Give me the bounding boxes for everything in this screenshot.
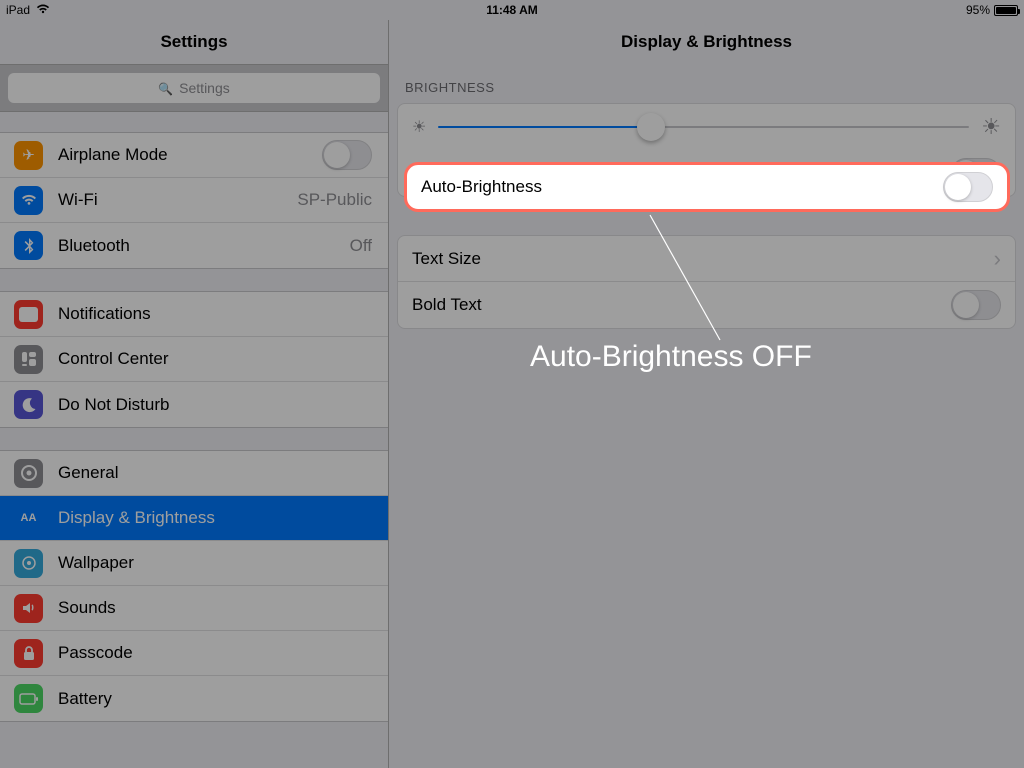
sidebar-item-control-center[interactable]: Control Center — [0, 337, 388, 382]
speaker-icon — [14, 594, 43, 623]
sidebar-item-display[interactable]: AA Display & Brightness — [0, 496, 388, 541]
auto-brightness-toggle-hl[interactable] — [943, 172, 993, 202]
brightness-section-header: BRIGHTNESS — [389, 64, 1024, 103]
sidebar-item-label: Battery — [58, 689, 372, 709]
bold-text-label: Bold Text — [412, 295, 951, 315]
text-group: Text Size › Bold Text — [397, 235, 1016, 329]
sidebar-item-sounds[interactable]: Sounds — [0, 586, 388, 631]
moon-icon — [14, 390, 43, 419]
sidebar-item-wifi[interactable]: Wi-Fi SP-Public — [0, 178, 388, 223]
sidebar-item-label: Do Not Disturb — [58, 395, 372, 415]
sidebar-group-general: General AA Display & Brightness Wallpape… — [0, 450, 388, 722]
sidebar-item-notifications[interactable]: Notifications — [0, 292, 388, 337]
auto-brightness-label-hl: Auto-Brightness — [421, 177, 943, 197]
sidebar-item-airplane[interactable]: ✈︎ Airplane Mode — [0, 133, 388, 178]
sidebar-item-label: Notifications — [58, 304, 372, 324]
chevron-right-icon: › — [994, 246, 1001, 272]
sidebar-item-label: Sounds — [58, 598, 372, 618]
text-size-row[interactable]: Text Size › — [398, 236, 1015, 282]
auto-brightness-highlight[interactable]: Auto-Brightness — [404, 162, 1010, 212]
brightness-slider-thumb[interactable] — [637, 113, 665, 141]
detail-title: Display & Brightness — [389, 20, 1024, 64]
sun-small-icon: ☀︎ — [412, 117, 426, 137]
sidebar-item-dnd[interactable]: Do Not Disturb — [0, 382, 388, 427]
search-icon — [158, 80, 173, 96]
sidebar-item-label: General — [58, 463, 372, 483]
text-size-label: Text Size — [412, 249, 994, 269]
gear-icon — [14, 459, 43, 488]
airplane-toggle[interactable] — [322, 140, 372, 170]
control-center-icon — [14, 345, 43, 374]
bold-text-toggle[interactable] — [951, 290, 1001, 320]
notifications-icon — [14, 300, 43, 329]
status-time: 11:48 AM — [0, 3, 1024, 17]
search-placeholder: Settings — [179, 80, 230, 96]
detail-pane: Display & Brightness BRIGHTNESS ☀︎ ☀︎ Au… — [389, 20, 1024, 768]
sidebar-item-bluetooth[interactable]: Bluetooth Off — [0, 223, 388, 268]
sidebar-item-wallpaper[interactable]: Wallpaper — [0, 541, 388, 586]
display-icon: AA — [14, 504, 43, 533]
brightness-slider-row: ☀︎ ☀︎ — [398, 104, 1015, 150]
wifi-settings-icon — [14, 186, 43, 215]
bold-text-row[interactable]: Bold Text — [398, 282, 1015, 328]
sidebar-item-general[interactable]: General — [0, 451, 388, 496]
sidebar-item-label: Wallpaper — [58, 553, 372, 573]
status-battery-pct: 95% — [966, 3, 990, 17]
bluetooth-value: Off — [350, 236, 372, 256]
battery-settings-icon — [14, 684, 43, 713]
sidebar-item-label: Control Center — [58, 349, 372, 369]
sidebar-item-label: Airplane Mode — [58, 145, 322, 165]
status-device: iPad — [6, 3, 30, 17]
sidebar-group-notifications: Notifications Control Center Do Not Dist… — [0, 291, 388, 428]
bluetooth-icon — [14, 231, 43, 260]
settings-sidebar: Settings Settings ✈︎ Airplane Mode Wi-Fi… — [0, 20, 389, 768]
wifi-icon — [36, 3, 50, 17]
battery-icon — [994, 3, 1018, 17]
sidebar-item-label: Wi-Fi — [58, 190, 297, 210]
sidebar-title: Settings — [0, 20, 388, 64]
sun-large-icon: ☀︎ — [981, 114, 1001, 140]
status-bar: iPad 11:48 AM 95% — [0, 0, 1024, 20]
wifi-value: SP-Public — [297, 190, 372, 210]
sidebar-item-label: Bluetooth — [58, 236, 350, 256]
wallpaper-icon — [14, 549, 43, 578]
brightness-slider[interactable] — [438, 126, 969, 128]
sidebar-item-passcode[interactable]: Passcode — [0, 631, 388, 676]
search-wrap: Settings — [0, 64, 388, 112]
sidebar-item-battery[interactable]: Battery — [0, 676, 388, 721]
sidebar-group-network: ✈︎ Airplane Mode Wi-Fi SP-Public Bluetoo… — [0, 132, 388, 269]
lock-icon — [14, 639, 43, 668]
search-input[interactable]: Settings — [8, 73, 380, 103]
sidebar-item-label: Display & Brightness — [58, 508, 372, 528]
airplane-icon: ✈︎ — [14, 141, 43, 170]
screen: iPad 11:48 AM 95% Settings Settings ✈︎ A… — [0, 0, 1024, 768]
sidebar-item-label: Passcode — [58, 643, 372, 663]
